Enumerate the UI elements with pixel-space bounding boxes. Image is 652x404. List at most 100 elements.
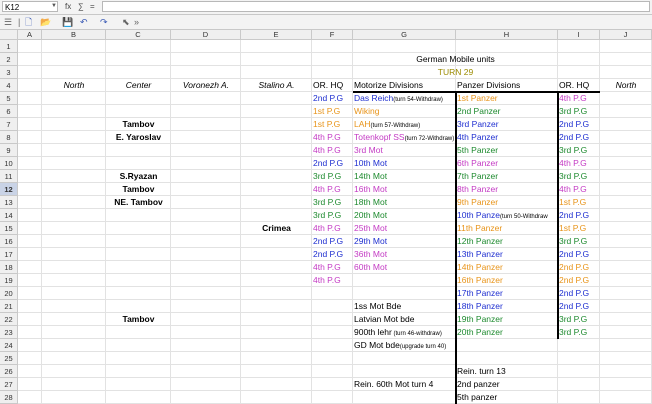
open-folder-icon[interactable]: 📂 xyxy=(40,15,51,29)
cell-hq-2[interactable]: 3rd P.G xyxy=(559,144,599,157)
function-wizard-icon[interactable]: fx xyxy=(65,0,71,14)
row-header-16[interactable]: 16 xyxy=(0,235,18,248)
formula-input[interactable] xyxy=(102,1,650,12)
cell-hq[interactable]: 2nd P.G xyxy=(313,235,352,248)
cell-hq[interactable]: 4th P.G xyxy=(313,222,352,235)
cell-division[interactable]: 13th Panzer xyxy=(457,248,557,261)
cell-division[interactable]: LAH(turn 57-Withdraw) xyxy=(354,118,455,131)
cell-division[interactable]: 18th Panzer xyxy=(457,300,557,313)
row-header-19[interactable]: 19 xyxy=(0,274,18,287)
cell-hq-2[interactable]: 2nd P.G xyxy=(559,248,599,261)
cell-division[interactable]: 60th Mot xyxy=(354,261,455,274)
cell-division[interactable]: 36th Mot xyxy=(354,248,455,261)
cell-division[interactable]: 14th Panzer xyxy=(457,261,557,274)
cell-hq-2[interactable]: 3rd P.G xyxy=(559,170,599,183)
row-header-1[interactable]: 1 xyxy=(0,40,18,53)
column-header-f[interactable]: F xyxy=(312,30,353,40)
cell-hq[interactable]: 4th P.G xyxy=(313,144,352,157)
cell-division[interactable]: 9th Panzer xyxy=(457,196,557,209)
cell-division[interactable]: 19th Panzer xyxy=(457,313,557,326)
column-header-j[interactable]: J xyxy=(600,30,652,40)
cell-division[interactable]: Das Reich(turn 54-Withdraw) xyxy=(354,92,455,105)
cell-hq-2[interactable]: 4th P.G xyxy=(559,92,599,105)
row-header-4[interactable]: 4 xyxy=(0,79,18,92)
cell-division[interactable]: 14th Mot xyxy=(354,170,455,183)
row-header-14[interactable]: 14 xyxy=(0,209,18,222)
cell-division[interactable]: 2nd Panzer xyxy=(457,105,557,118)
header-north[interactable]: North xyxy=(43,79,105,92)
cell-hq-2[interactable]: 2nd P.G xyxy=(559,118,599,131)
formula-icon[interactable]: = xyxy=(90,0,95,14)
cell-division[interactable]: 29th Mot xyxy=(354,235,455,248)
column-header-i[interactable]: I xyxy=(558,30,600,40)
row-header-15[interactable]: 15 xyxy=(0,222,18,235)
cell-hq-2[interactable]: 2nd P.G xyxy=(559,300,599,313)
row-header-8[interactable]: 8 xyxy=(0,131,18,144)
cell-hq-2[interactable]: 2nd P.G xyxy=(559,209,599,222)
row-header-5[interactable]: 5 xyxy=(0,92,18,105)
cell-stalino-army[interactable]: Crimea xyxy=(242,222,311,235)
cell-division[interactable]: 3rd Panzer xyxy=(457,118,557,131)
row-header-7[interactable]: 7 xyxy=(0,118,18,131)
cell-division[interactable]: 11th Panzer xyxy=(457,222,557,235)
cell-division[interactable]: 1st Panzer xyxy=(457,92,557,105)
menu-icon[interactable]: ☰ xyxy=(4,15,12,29)
cell-division[interactable]: 12th Panzer xyxy=(457,235,557,248)
turn-label[interactable]: TURN 29 xyxy=(354,66,557,79)
cell-hq-2[interactable]: 4th P.G xyxy=(559,157,599,170)
cell-hq-2[interactable]: 4th P.G xyxy=(559,183,599,196)
cell-hq[interactable]: 2nd P.G xyxy=(313,248,352,261)
cell-center-army[interactable]: Tambov xyxy=(107,118,170,131)
cell-division[interactable]: 6th Panzer xyxy=(457,157,557,170)
row-header-20[interactable]: 20 xyxy=(0,287,18,300)
cell-division[interactable]: 5th panzer xyxy=(457,391,557,404)
cell-hq[interactable]: 2nd P.G xyxy=(313,92,352,105)
cell-division[interactable]: 2nd panzer xyxy=(457,378,557,391)
cell-hq-2[interactable]: 2nd P.G xyxy=(559,261,599,274)
cell-hq-2[interactable]: 3rd P.G xyxy=(559,313,599,326)
cell-division[interactable]: 10th Panze(turn 50-Withdraw xyxy=(457,209,557,222)
cell-division[interactable]: 10th Mot xyxy=(354,157,455,170)
row-header-23[interactable]: 23 xyxy=(0,326,18,339)
cell-division[interactable]: 18th Mot xyxy=(354,196,455,209)
row-header-12[interactable]: 12 xyxy=(0,183,18,196)
cell-division[interactable]: 25th Mot xyxy=(354,222,455,235)
more-icon[interactable]: » xyxy=(134,15,139,29)
column-header-e[interactable]: E xyxy=(241,30,312,40)
cell-center-army[interactable]: NE. Tambov xyxy=(107,196,170,209)
cell-hq[interactable]: 3rd P.G xyxy=(313,196,352,209)
row-header-17[interactable]: 17 xyxy=(0,248,18,261)
cell-center-army[interactable]: S.Ryazan xyxy=(107,170,170,183)
cell-division[interactable]: Rein. turn 13 xyxy=(457,365,557,378)
row-header-22[interactable]: 22 xyxy=(0,313,18,326)
name-box[interactable]: K12 xyxy=(2,1,58,12)
row-header-28[interactable]: 28 xyxy=(0,391,18,404)
column-header-b[interactable]: B xyxy=(42,30,106,40)
cell-hq-2[interactable]: 2nd P.G xyxy=(559,274,599,287)
row-header-6[interactable]: 6 xyxy=(0,105,18,118)
row-header-3[interactable]: 3 xyxy=(0,66,18,79)
cell-division[interactable]: 8th Panzer xyxy=(457,183,557,196)
cell-division[interactable]: 3rd Mot xyxy=(354,144,455,157)
column-header-h[interactable]: H xyxy=(456,30,558,40)
save-icon[interactable]: 💾 xyxy=(62,15,73,29)
header-or-hq[interactable]: OR. HQ xyxy=(313,79,352,92)
cell-hq[interactable]: 4th P.G xyxy=(313,261,352,274)
cell-division[interactable]: Latvian Mot bde xyxy=(354,313,455,326)
cell-division[interactable]: 900th lehr (turn 46-withdraw) xyxy=(354,326,455,339)
header-voronezh[interactable]: Voronezh A. xyxy=(172,79,240,92)
cell-hq[interactable]: 3rd P.G xyxy=(313,209,352,222)
cell-center-army[interactable]: Tambov xyxy=(107,183,170,196)
cell-division[interactable]: Wiking xyxy=(354,105,455,118)
new-document-icon[interactable]: 🗋 xyxy=(25,15,32,29)
row-header-24[interactable]: 24 xyxy=(0,339,18,352)
sheet-title[interactable]: German Mobile units xyxy=(354,53,557,66)
cell-hq[interactable]: 1st P.G xyxy=(313,118,352,131)
cell-division[interactable]: 1ss Mot Bde xyxy=(354,300,455,313)
cell-hq[interactable]: 4th P.G xyxy=(313,274,352,287)
cell-division[interactable]: 20th Panzer xyxy=(457,326,557,339)
column-header-a[interactable]: A xyxy=(18,30,42,40)
cell-hq-2[interactable]: 3rd P.G xyxy=(559,105,599,118)
row-header-27[interactable]: 27 xyxy=(0,378,18,391)
chevron-down-icon[interactable]: ▼ xyxy=(51,1,57,12)
